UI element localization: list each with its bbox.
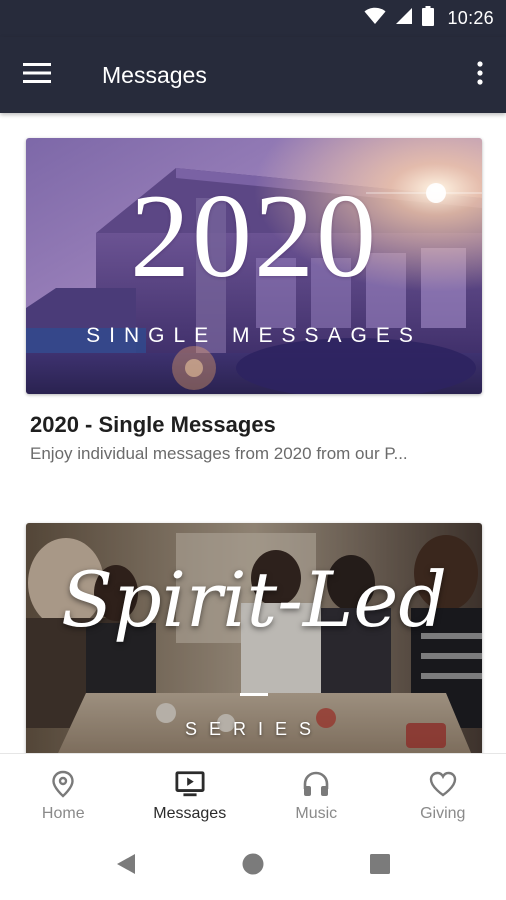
heart-icon: [428, 769, 458, 799]
battery-icon: [422, 6, 435, 31]
message-description: Enjoy individual messages from 2020 from…: [30, 444, 408, 463]
bottom-navigation: Home Messages Music Giving: [0, 753, 506, 833]
messages-list[interactable]: 2020 SINGLE MESSAGES 2020 - Single Messa…: [0, 113, 506, 753]
message-card-spirit-led-series[interactable]: Spirit-Led SERIES: [26, 523, 482, 753]
thumbnail-divider: [240, 693, 268, 696]
nav-label-home: Home: [41, 805, 85, 822]
status-icons: 10:26: [364, 0, 494, 37]
more-vert-icon: [477, 60, 483, 90]
nav-item-music[interactable]: Music: [253, 754, 380, 833]
nav-label-messages: Messages: [153, 805, 227, 822]
wifi-icon: [364, 7, 386, 30]
back-icon: [115, 852, 137, 881]
home-icon: [241, 852, 265, 881]
nav-label-giving: Giving: [420, 805, 466, 822]
nav-item-home[interactable]: Home: [0, 754, 127, 833]
hamburger-menu-icon: [23, 62, 51, 88]
system-back-button[interactable]: [112, 852, 140, 880]
system-navigation-bar: [0, 832, 506, 900]
message-card-2020-single-messages[interactable]: 2020 SINGLE MESSAGES 2020 - Single Messa…: [26, 138, 482, 465]
page-title: Messages: [102, 62, 207, 88]
message-title[interactable]: 2020 - Single Messages: [30, 411, 482, 439]
message-thumbnail[interactable]: 2020 SINGLE MESSAGES: [26, 138, 482, 394]
status-bar: 10:26: [0, 0, 506, 37]
thumbnail-big-text: 2020: [130, 169, 378, 302]
thumbnail-script-text: Spirit-Led: [61, 555, 447, 644]
thumbnail-small-text: SINGLE MESSAGES: [86, 324, 422, 347]
overflow-menu-button[interactable]: [468, 59, 492, 91]
status-time: 10:26: [447, 8, 494, 28]
location-pin-icon: [48, 769, 78, 799]
nav-label-music: Music: [295, 805, 338, 822]
menu-button[interactable]: [20, 59, 54, 91]
nav-item-messages[interactable]: Messages: [127, 754, 254, 833]
nav-item-giving[interactable]: Giving: [380, 754, 506, 833]
system-recents-button[interactable]: [366, 852, 394, 880]
tv-play-icon: [175, 769, 205, 799]
thumbnail-small-text: SERIES: [184, 719, 324, 739]
app-bar: Messages: [0, 37, 506, 113]
message-thumbnail[interactable]: Spirit-Led SERIES: [26, 523, 482, 753]
cell-signal-icon: [395, 7, 413, 30]
system-home-button[interactable]: [239, 852, 267, 880]
recents-icon: [369, 853, 391, 880]
headphones-icon: [301, 769, 331, 799]
